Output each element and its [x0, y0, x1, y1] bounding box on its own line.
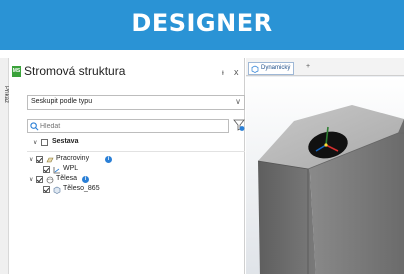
viewport-tab-bar: Dynamický + [246, 58, 404, 76]
workplane-icon [46, 157, 54, 163]
chevron-down-icon[interactable]: ∨ [29, 156, 35, 164]
checkbox[interactable] [36, 156, 43, 163]
group-by-select-value: Seskupit podle typu [31, 98, 93, 105]
screen: DESIGNER Příkaz MS Stromová struktura ᵻ … [0, 0, 404, 274]
search-icon [30, 122, 39, 131]
tree-item-teleso-865[interactable]: Těleso_865 [27, 185, 245, 195]
tree-item-telesa[interactable]: ∨ Tělesa i [27, 175, 245, 185]
body-icon [46, 176, 54, 184]
tab-dynamic-label: Dynamický [261, 65, 291, 71]
checkbox[interactable] [36, 176, 43, 183]
info-icon[interactable]: i [82, 176, 89, 183]
tree-panel-header: MS Stromová struktura ᵻ x [9, 58, 245, 86]
group-by-select[interactable]: Seskupit podle typu ∨ [27, 95, 245, 110]
banner-title: DESIGNER [131, 9, 273, 37]
pin-icon[interactable]: ᵻ [222, 68, 224, 77]
tree-panel: MS Stromová struktura ᵻ x Seskupit podle… [9, 58, 245, 274]
panel-title: Stromová struktura [24, 64, 126, 78]
add-tab-button[interactable]: + [306, 63, 310, 70]
checkbox[interactable] [41, 139, 48, 146]
info-icon[interactable]: i [105, 156, 112, 163]
tree-header-row[interactable]: ∨ Sestava [27, 138, 245, 148]
tab-dynamic[interactable]: Dynamický [248, 62, 295, 75]
tree-item-label: Tělesa [56, 175, 78, 182]
banner: DESIGNER [0, 0, 404, 50]
tree-item-label: Těleso_865 [63, 185, 100, 192]
axis-origin-icon [324, 143, 328, 147]
checkbox[interactable] [43, 186, 50, 193]
app-logo-icon: MS [12, 66, 21, 77]
tree-item-label: Pracroviny [56, 155, 90, 162]
chevron-down-icon: ∨ [235, 97, 241, 106]
command-sidebar[interactable]: Příkaz [0, 58, 9, 274]
view-icon [251, 65, 259, 73]
model-scene[interactable] [246, 77, 404, 274]
wpl-icon [53, 167, 60, 174]
tree-header-label: Sestava [52, 138, 79, 145]
tree-item-pracroviny[interactable]: ∨ Pracroviny i [27, 155, 245, 165]
search-field[interactable] [27, 119, 229, 133]
divider [27, 151, 245, 152]
3d-viewport[interactable]: Dynamický + [246, 58, 404, 274]
filter-icon[interactable] [233, 118, 245, 132]
app-window: Příkaz MS Stromová struktura ᵻ x Seskupi… [0, 50, 404, 274]
tree-item-label: WPL [63, 165, 79, 172]
chevron-down-icon[interactable]: ∨ [33, 139, 39, 147]
checkbox[interactable] [43, 166, 50, 173]
search-input[interactable] [40, 121, 226, 132]
close-icon[interactable]: x [234, 67, 239, 77]
solid-icon [53, 186, 61, 194]
chevron-down-icon[interactable]: ∨ [29, 176, 35, 184]
tree-item-wpl[interactable]: WPL [27, 165, 245, 175]
command-sidebar-label: Příkaz [3, 86, 9, 104]
